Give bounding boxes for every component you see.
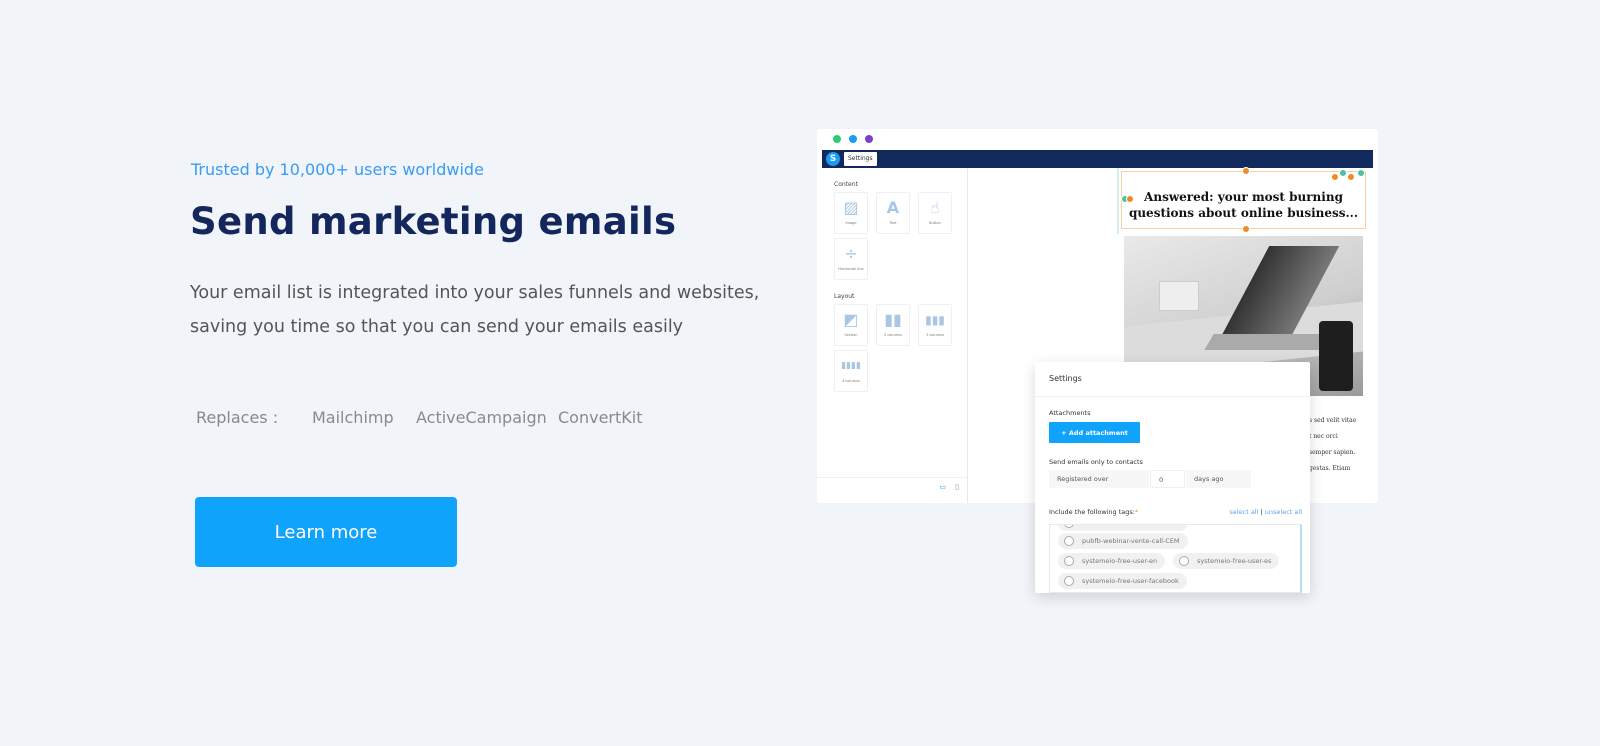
add-handle-icon[interactable] xyxy=(1242,225,1250,233)
block-label: Section xyxy=(844,333,858,337)
tags-list[interactable]: pubfb-webinar-vente-call-CEM systemeio-f… xyxy=(1049,524,1302,593)
block-3-columns[interactable]: ▮▮▮ 3 columns xyxy=(918,304,952,346)
two-columns-icon: ▮▮ xyxy=(884,310,902,329)
tag-chip-partial xyxy=(1058,525,1188,531)
block-label: 4 columns xyxy=(841,379,861,383)
settings-modal: Settings Attachments + Add attachment Se… xyxy=(1035,362,1310,593)
blocks-panel: Content ▨ Image A Text ☝ Button ÷ Horizontal… xyxy=(817,168,968,503)
page-title: Send marketing emails xyxy=(190,200,677,243)
delete-handle-icon[interactable] xyxy=(1347,173,1355,181)
content-heading: Content xyxy=(834,181,858,188)
block-label: Image xyxy=(845,221,857,225)
tags-label-text: Include the following tags: xyxy=(1049,508,1135,516)
replaces-convertkit: ConvertKit xyxy=(558,408,643,427)
tag-chip[interactable]: systemeio-free-user-es xyxy=(1173,553,1280,569)
add-attachment-button[interactable]: + Add attachment xyxy=(1049,422,1140,443)
learn-more-button[interactable]: Learn more xyxy=(195,497,457,567)
required-mark: * xyxy=(1134,508,1139,516)
body-text-line: s sed velit vitae xyxy=(1309,417,1357,424)
block-label: Button xyxy=(929,221,941,225)
three-columns-icon: ▮▮▮ xyxy=(925,313,945,327)
block-label: Horizontal line xyxy=(838,267,864,271)
layout-heading: Layout xyxy=(834,293,855,300)
attachments-label: Attachments xyxy=(1049,409,1091,417)
window-dot-green xyxy=(833,135,841,143)
pointer-icon: ☝ xyxy=(930,198,940,217)
replaces-mailchimp: Mailchimp xyxy=(312,408,394,427)
registered-over-label: Registered over xyxy=(1049,470,1149,488)
body-text-line: t nec orci xyxy=(1309,433,1338,440)
add-handle-icon[interactable] xyxy=(1331,173,1339,181)
tags-label: Include the following tags:* xyxy=(1049,508,1138,516)
description: Your email list is integrated into your … xyxy=(190,283,760,337)
device-toolbar: ▭ ▯ xyxy=(817,477,968,497)
block-label: Text xyxy=(889,221,897,225)
desktop-icon[interactable]: ▭ xyxy=(939,483,946,491)
settings-nav-button[interactable]: Settings xyxy=(844,152,877,166)
mobile-icon[interactable]: ▯ xyxy=(955,483,959,491)
body-text-line: gestas. Etiam xyxy=(1309,465,1351,472)
days-ago-label: days ago xyxy=(1186,470,1251,488)
tag-chip[interactable]: pubfb-webinar-vente-call-CEM xyxy=(1058,533,1188,549)
selection-guide xyxy=(1117,168,1119,234)
add-handle-icon[interactable] xyxy=(1126,195,1134,203)
select-all-link[interactable]: select all xyxy=(1229,508,1258,516)
editor-navbar: S Settings xyxy=(822,150,1373,168)
divider-icon: ÷ xyxy=(844,244,858,263)
tag-chip[interactable]: systemeio-free-user-facebook xyxy=(1058,573,1187,589)
separator: | xyxy=(1260,508,1263,516)
send-only-label: Send emails only to contacts xyxy=(1049,458,1143,466)
replaces-activecampaign: ActiveCampaign xyxy=(416,408,547,427)
block-section[interactable]: ◩ Section xyxy=(834,304,868,346)
block-button[interactable]: ☝ Button xyxy=(918,192,952,234)
four-columns-icon: ▮▮▮▮ xyxy=(841,361,861,371)
settings-handle-icon[interactable] xyxy=(1357,169,1365,177)
image-icon: ▨ xyxy=(843,198,859,217)
text-icon: A xyxy=(886,198,900,217)
logo: S xyxy=(826,152,840,166)
block-2-columns[interactable]: ▮▮ 2 columns xyxy=(876,304,910,346)
window-dot-purple xyxy=(865,135,873,143)
add-handle-icon[interactable] xyxy=(1242,167,1250,175)
unselect-all-link[interactable]: unselect all xyxy=(1265,508,1302,516)
block-4-columns[interactable]: ▮▮▮▮ 4 columns xyxy=(834,350,868,392)
block-label: 2 columns xyxy=(883,333,903,337)
tagline: Trusted by 10,000+ users worldwide xyxy=(191,160,484,179)
copy-handle-icon[interactable] xyxy=(1339,169,1347,177)
body-text-line: semper sapien. xyxy=(1309,449,1356,456)
replaces-label: Replaces : xyxy=(196,408,279,427)
tag-chip[interactable]: systemeio-free-user-en xyxy=(1058,553,1166,569)
block-image[interactable]: ▨ Image xyxy=(834,192,868,234)
divider xyxy=(1035,396,1310,397)
section-icon: ◩ xyxy=(843,310,859,329)
block-horizontal-line[interactable]: ÷ Horizontal line xyxy=(834,238,868,280)
window-dot-blue xyxy=(849,135,857,143)
days-input[interactable]: 0 xyxy=(1150,470,1185,488)
modal-title: Settings xyxy=(1049,374,1082,383)
block-text[interactable]: A Text xyxy=(876,192,910,234)
email-headline-block[interactable]: Answered: your most burning questions ab… xyxy=(1121,171,1366,229)
block-label: 3 columns xyxy=(925,333,945,337)
